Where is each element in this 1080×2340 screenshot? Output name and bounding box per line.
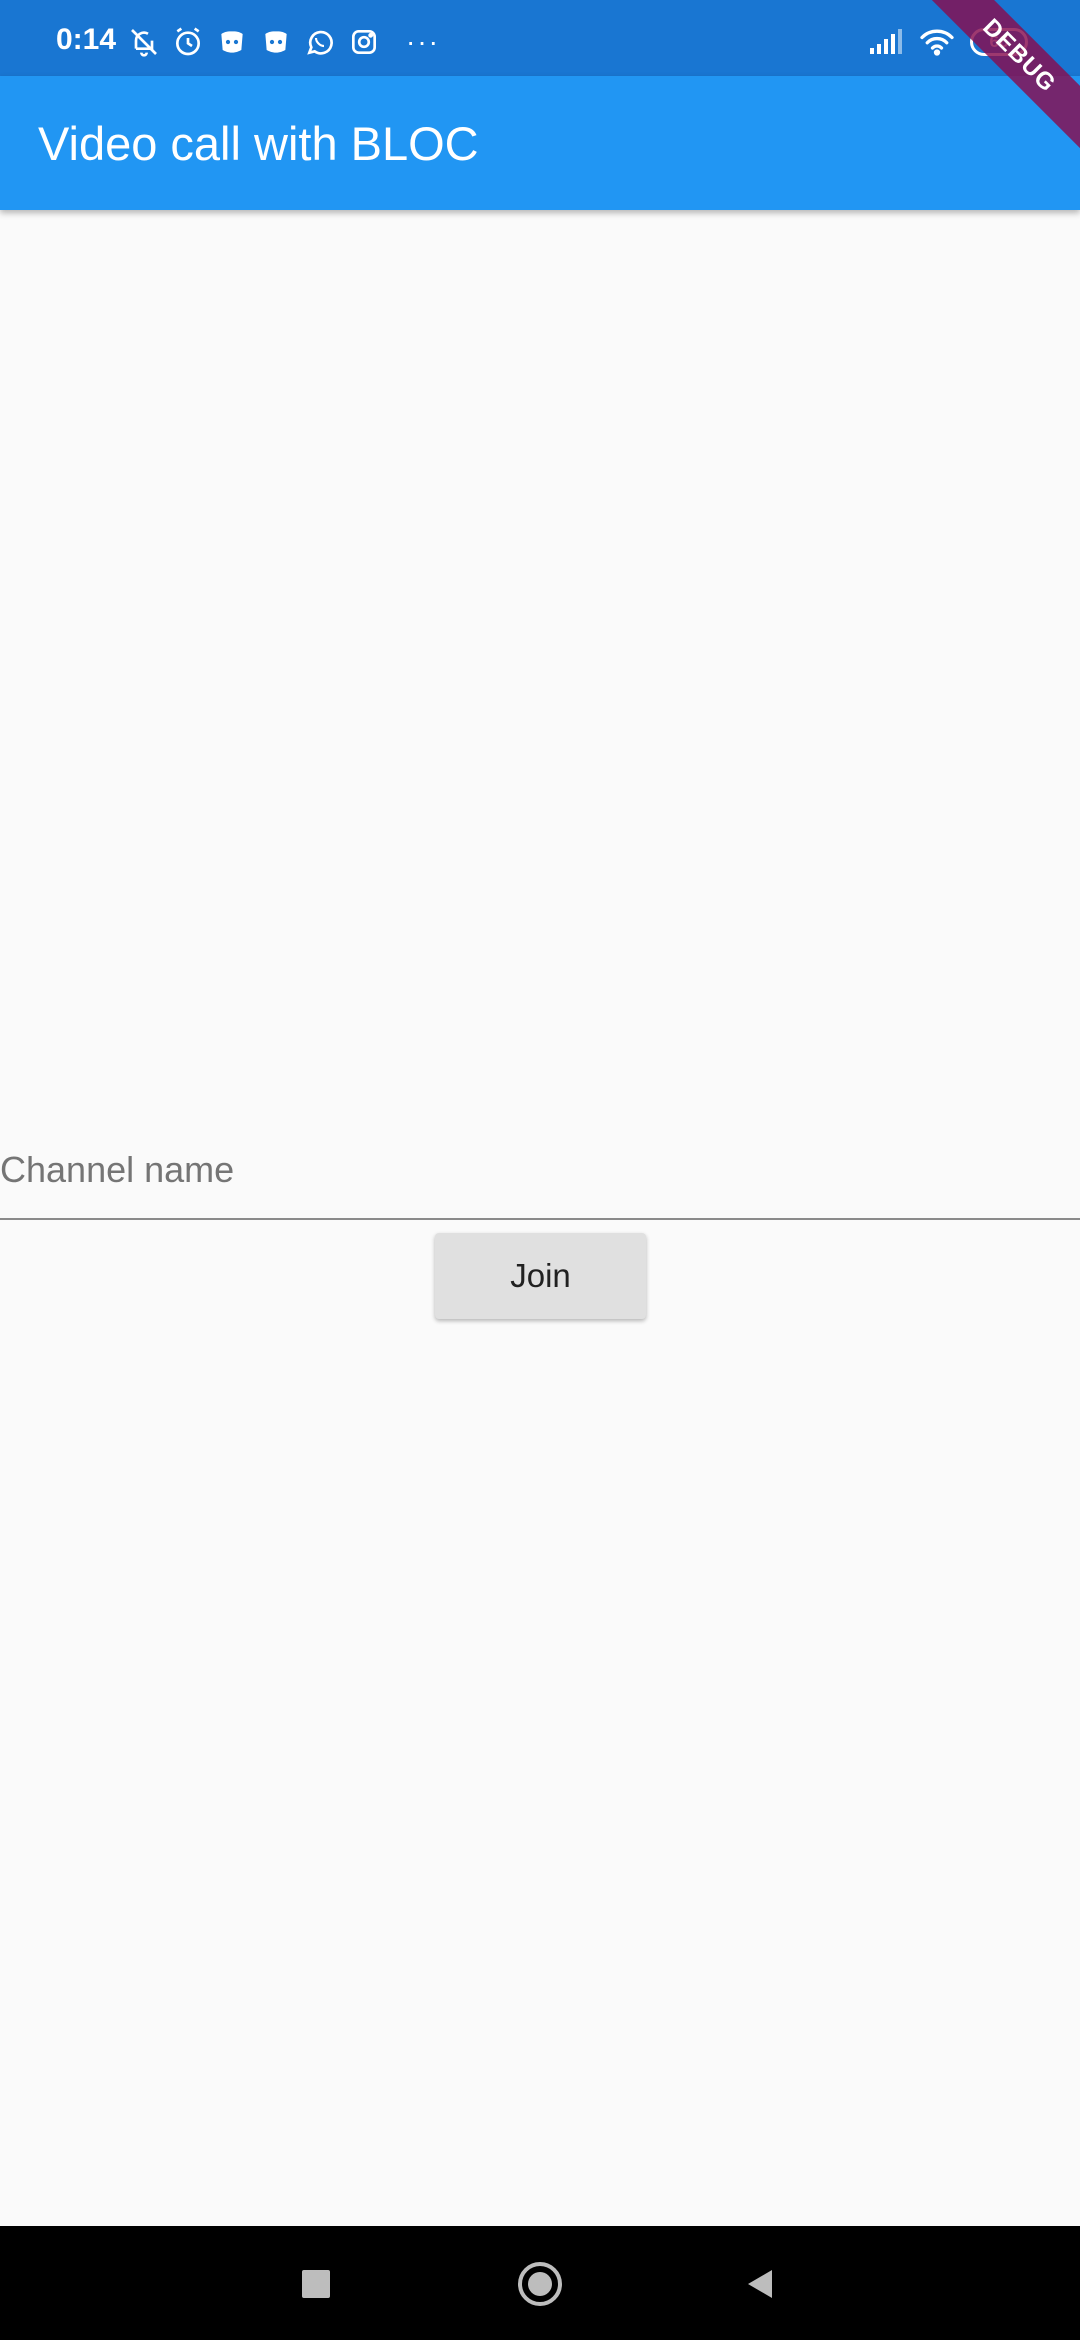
recent-apps-icon[interactable] [302, 2270, 330, 2298]
back-icon[interactable] [744, 2268, 776, 2300]
join-button[interactable]: Join [435, 1233, 646, 1319]
instagram-icon [348, 26, 380, 58]
bell-off-icon [128, 26, 160, 58]
signal-icon [868, 28, 904, 56]
status-time: 0:14 [56, 23, 117, 56]
status-bar: 0:14 ··· [0, 0, 1080, 76]
page-title: Video call with BLOC [38, 117, 479, 170]
channel-name-input[interactable] [0, 1138, 1080, 1202]
alarm-icon [172, 26, 204, 58]
home-icon-dot [528, 2272, 552, 2296]
more-notifications-indicator: ··· [406, 26, 440, 57]
app-bar: Video call with BLOC [0, 76, 1080, 210]
notification-icons: ··· [128, 24, 440, 60]
whatsapp-icon [304, 26, 336, 58]
home-icon[interactable] [518, 2262, 562, 2306]
wifi-icon [918, 27, 956, 57]
navigation-bar [0, 2226, 1080, 2340]
discord-icon [216, 26, 248, 58]
discord-icon [260, 26, 292, 58]
screen: 0:14 ··· DEBUG Video call with BLOC Chan… [0, 0, 1080, 2340]
channel-input-field [0, 1120, 1080, 1220]
